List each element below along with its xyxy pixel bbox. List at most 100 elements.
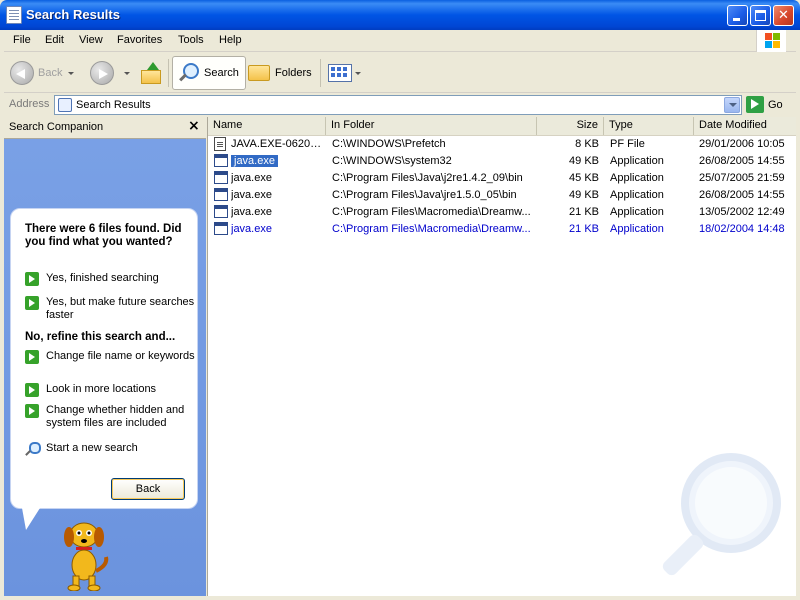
toolbar: Back Search Folders [4, 53, 796, 93]
option-new-search[interactable]: Start a new search [25, 442, 195, 456]
table-row[interactable]: java.exe C:\Program Files\Java\jre1.5.0_0… [208, 187, 796, 204]
folders-button[interactable]: Folders [248, 56, 312, 90]
option-hidden-system-files[interactable]: Change whether hidden and system files a… [25, 404, 195, 430]
back-label: Back [38, 67, 63, 79]
address-label: Address [9, 98, 50, 110]
option-finished-searching[interactable]: Yes, finished searching [25, 272, 195, 286]
table-row[interactable]: java.exe C:\Program Files\Macromedia\Drea… [208, 221, 796, 238]
size-cell: 49 KB [569, 189, 599, 201]
type-cell: Application [610, 172, 664, 184]
close-button[interactable]: ✕ [773, 5, 794, 26]
up-folder-button[interactable] [139, 56, 161, 90]
folder-cell: C:\Program Files\Java\jre1.5.0_05\bin [332, 189, 517, 201]
date-cell: 26/08/2005 14:55 [699, 189, 785, 201]
file-name-cell: java.exe [231, 223, 272, 235]
maximize-icon [755, 10, 766, 21]
application-icon [214, 171, 228, 184]
file-name-cell: java.exe [231, 206, 272, 218]
option-faster-searches[interactable]: Yes, but make future searches faster [25, 296, 195, 322]
forward-button[interactable] [90, 56, 130, 90]
date-cell: 13/05/2002 12:49 [699, 206, 785, 218]
option-change-file-name[interactable]: Change file name or keywords [25, 350, 195, 364]
menu-favorites[interactable]: Favorites [117, 34, 162, 46]
up-folder-icon [139, 62, 161, 84]
size-cell: 8 KB [575, 138, 599, 150]
menu-bar: File Edit View Favorites Tools Help [4, 30, 796, 52]
menu-file[interactable]: File [13, 34, 31, 46]
folder-icon [248, 65, 270, 81]
file-name-cell: java.exe [231, 155, 278, 167]
size-cell: 21 KB [569, 223, 599, 235]
file-name-cell: java.exe [231, 189, 272, 201]
type-cell: Application [610, 206, 664, 218]
green-arrow-icon [25, 272, 39, 286]
forward-dropdown-icon[interactable] [124, 71, 130, 75]
search-icon [25, 442, 41, 456]
option-label: Yes, but make future searches faster [46, 296, 195, 321]
size-cell: 45 KB [569, 172, 599, 184]
option-label: Look in more locations [46, 383, 157, 395]
pf-file-icon [214, 137, 226, 151]
companion-close-icon[interactable]: × [188, 118, 200, 134]
option-label: Change file name or keywords [46, 350, 195, 362]
type-cell: Application [610, 189, 664, 201]
search-results-list[interactable]: Name In Folder Size Type Date Modified J… [207, 117, 796, 596]
green-arrow-icon [25, 296, 39, 310]
files-found-message: There were 6 files found. Did you find w… [25, 223, 182, 248]
folder-cell: C:\WINDOWS\Prefetch [332, 138, 446, 150]
type-cell: Application [610, 223, 664, 235]
table-row[interactable]: java.exe C:\WINDOWS\system32 49 KB Applicat… [208, 153, 796, 170]
toolbar-separator [168, 59, 169, 87]
type-cell: PF File [610, 138, 645, 150]
back-dropdown-icon[interactable] [68, 71, 75, 75]
title-bar: Search Results ✕ [0, 0, 800, 30]
folder-cell: C:\WINDOWS\system32 [332, 155, 452, 167]
date-cell: 25/07/2005 21:59 [699, 172, 785, 184]
column-type[interactable]: Type [604, 117, 694, 135]
option-more-locations[interactable]: Look in more locations [25, 383, 195, 397]
maximize-button[interactable] [750, 5, 771, 26]
menu-view[interactable]: View [79, 34, 103, 46]
go-button[interactable]: Go [746, 96, 783, 113]
minimize-icon [733, 18, 740, 21]
balloon-tail [22, 508, 40, 530]
table-row[interactable]: java.exe C:\Program Files\Macromedia\Drea… [208, 204, 796, 221]
table-row[interactable]: java.exe C:\Program Files\Java\j2re1.4.2_… [208, 170, 796, 187]
green-arrow-icon [25, 383, 39, 397]
views-icon [328, 64, 352, 82]
magnifier-watermark-icon [662, 453, 781, 576]
application-icon [214, 205, 228, 218]
green-arrow-icon [25, 350, 39, 364]
search-results-icon [58, 98, 72, 112]
search-button[interactable]: Search [172, 56, 246, 90]
address-dropdown-button[interactable] [724, 97, 740, 113]
option-label: Change whether hidden and system files a… [46, 404, 185, 429]
menu-edit[interactable]: Edit [45, 34, 64, 46]
minimize-button[interactable] [727, 5, 748, 26]
search-results-icon [6, 6, 22, 24]
column-date-modified[interactable]: Date Modified [694, 117, 796, 135]
size-cell: 21 KB [569, 206, 599, 218]
address-value: Search Results [76, 99, 151, 111]
windows-logo-icon [756, 30, 786, 52]
companion-back-button[interactable]: Back [111, 478, 185, 500]
address-input[interactable]: Search Results [54, 95, 742, 115]
back-button[interactable]: Back [10, 56, 75, 90]
close-icon: ✕ [778, 8, 789, 23]
column-name[interactable]: Name [208, 117, 326, 135]
column-in-folder[interactable]: In Folder [326, 117, 537, 135]
search-label: Search [204, 67, 239, 79]
folders-label: Folders [275, 67, 312, 79]
forward-arrow-icon [90, 61, 114, 85]
file-name-cell: java.exe [231, 172, 272, 184]
green-arrow-icon [25, 404, 39, 418]
menu-help[interactable]: Help [219, 34, 242, 46]
address-bar: Address Search Results Go [4, 94, 796, 116]
views-dropdown-icon [355, 71, 361, 75]
option-label: Yes, finished searching [46, 272, 159, 284]
column-size[interactable]: Size [537, 117, 604, 135]
menu-tools[interactable]: Tools [178, 34, 204, 46]
table-row[interactable]: JAVA.EXE-06201... C:\WINDOWS\Prefetch 8 KB… [208, 136, 796, 153]
views-button[interactable] [328, 56, 361, 90]
go-label: Go [768, 98, 783, 111]
